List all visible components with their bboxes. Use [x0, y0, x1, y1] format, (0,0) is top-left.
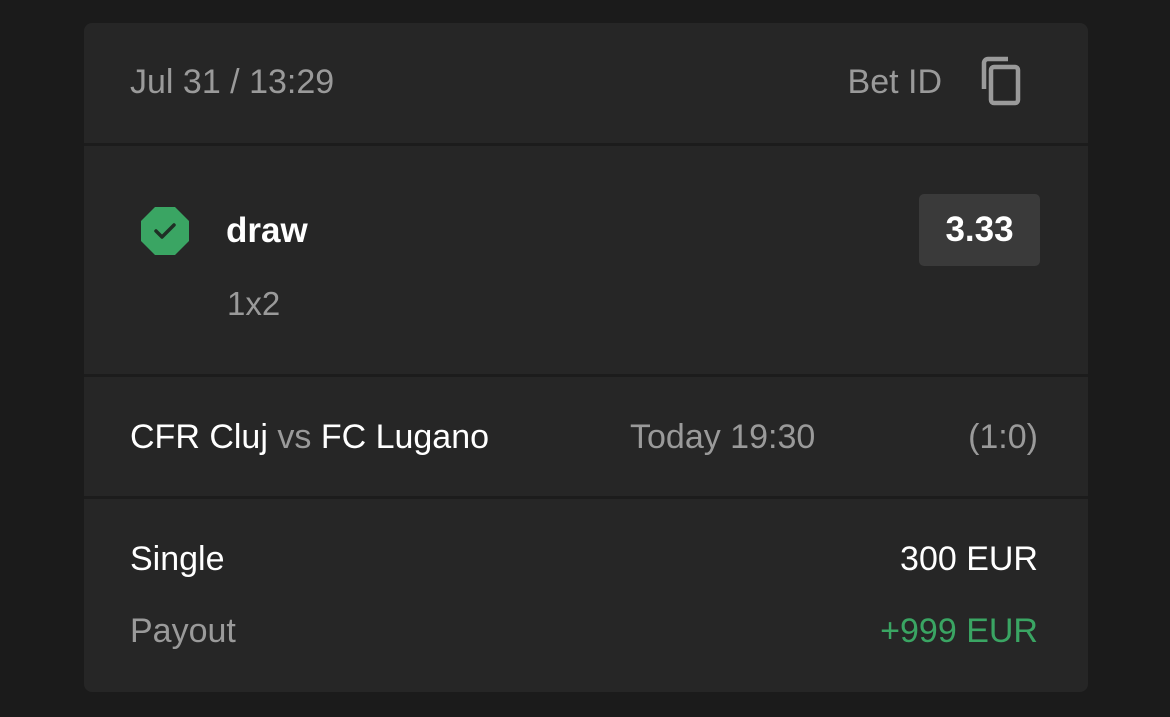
stake-amount: 300 EUR: [900, 540, 1038, 578]
payout-value: +999 EUR: [880, 612, 1038, 650]
bet-datetime: Jul 31 / 13:29: [130, 63, 335, 101]
copy-bet-id-button[interactable]: [978, 55, 1028, 111]
selection-name: draw: [226, 211, 308, 250]
match-score: (1:0): [968, 418, 1038, 456]
payout-label: Payout: [130, 612, 236, 650]
copy-icon: [981, 56, 1021, 106]
match-info: CFR Cluj vs FC Lugano Today 19:30 (1:0): [84, 377, 1088, 496]
match-time: Today 19:30: [630, 418, 816, 456]
bet-header: Jul 31 / 13:29 Bet ID: [84, 23, 1088, 143]
selection-market: 1x2: [227, 285, 281, 322]
bet-selection: draw 1x2 3.33: [84, 146, 1088, 374]
bet-id-label: Bet ID: [847, 63, 942, 101]
odds-badge: 3.33: [919, 194, 1040, 266]
bet-summary: Single 300 EUR Payout +999 EUR: [84, 499, 1088, 692]
home-team: CFR Cluj: [130, 418, 268, 456]
check-octagon-icon: [141, 207, 189, 255]
away-team: FC Lugano: [320, 418, 490, 456]
match-teams: CFR Cluj vs FC Lugano: [130, 417, 489, 457]
bet-card: Jul 31 / 13:29 Bet ID draw 1x2 3.33 CFR …: [84, 23, 1088, 692]
bet-type: Single: [130, 540, 225, 578]
vs-label: vs: [277, 418, 312, 456]
